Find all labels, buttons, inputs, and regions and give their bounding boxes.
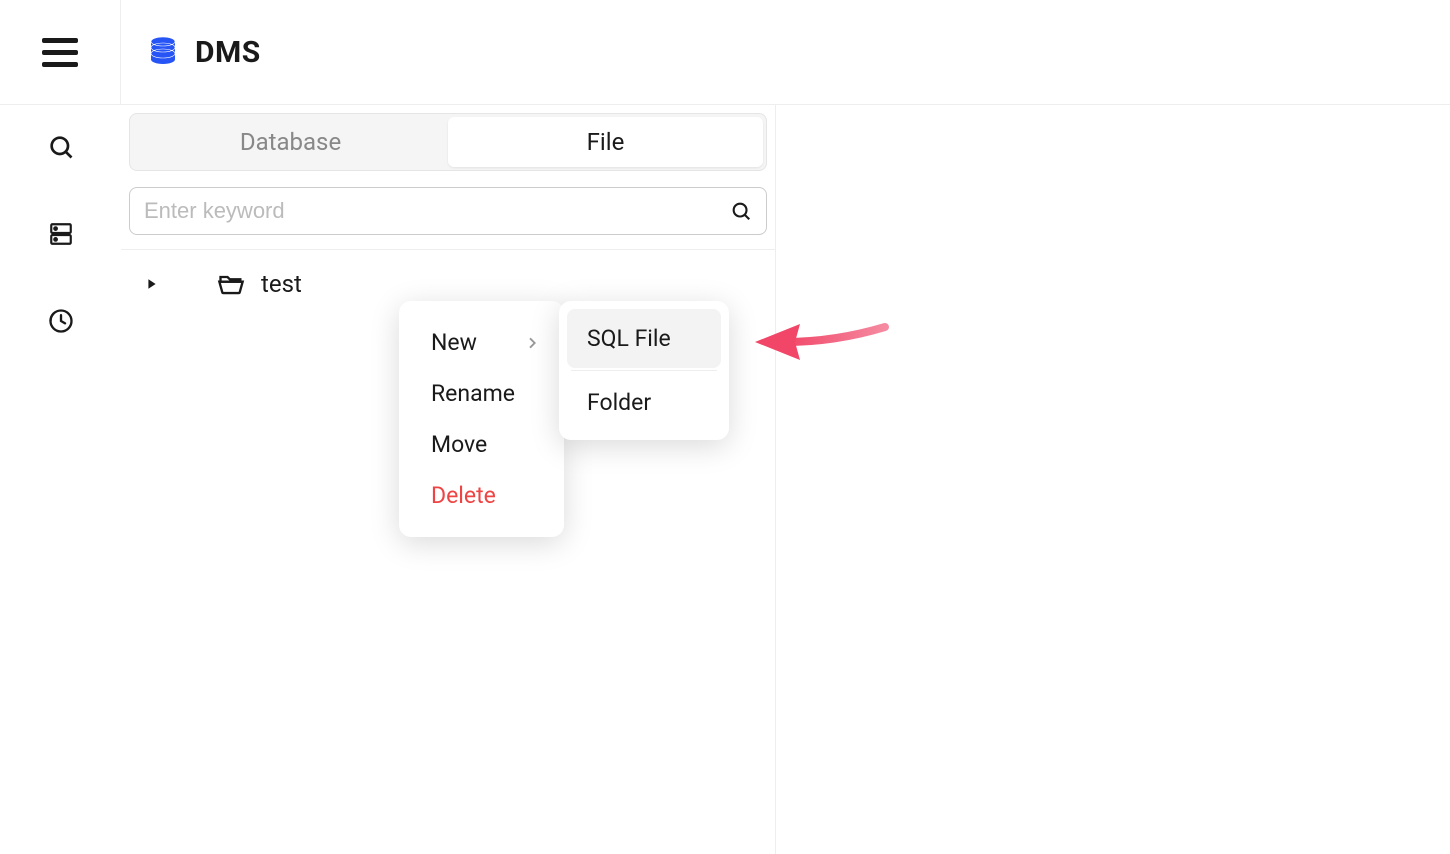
tree-folder-row[interactable]: test [121, 264, 775, 304]
context-menu-move[interactable]: Move [399, 419, 564, 470]
app-title: DMS [195, 35, 261, 70]
database-stack-icon [145, 34, 181, 70]
menu-item-label: Folder [587, 389, 651, 416]
history-nav-button[interactable] [47, 307, 75, 339]
menu-item-label: SQL File [587, 325, 671, 352]
brand: DMS [121, 34, 261, 70]
menu-item-label: New [431, 329, 477, 356]
tab-file[interactable]: File [448, 117, 763, 167]
folder-open-icon [217, 272, 245, 296]
history-icon [47, 307, 75, 335]
hamburger-area [0, 0, 121, 104]
caret-right-icon[interactable] [145, 278, 159, 290]
menu-hamburger-button[interactable] [42, 38, 78, 67]
server-nav-button[interactable] [48, 221, 74, 251]
submenu-folder[interactable]: Folder [567, 373, 721, 432]
context-menu-new[interactable]: New [399, 317, 564, 368]
menu-item-label: Delete [431, 482, 496, 509]
search-input[interactable] [144, 198, 730, 224]
main-canvas [776, 105, 1450, 854]
menu-divider [571, 370, 717, 371]
context-submenu-new: SQL File Folder [559, 301, 729, 440]
panel-search[interactable] [129, 187, 767, 235]
file-tree: test [121, 249, 775, 304]
search-nav-button[interactable] [47, 133, 75, 165]
panel-tabs: Database File [129, 113, 767, 171]
context-menu-rename[interactable]: Rename [399, 368, 564, 419]
chevron-right-icon [524, 335, 540, 351]
search-icon[interactable] [730, 200, 752, 222]
server-icon [48, 221, 74, 247]
tab-database[interactable]: Database [133, 117, 448, 167]
side-panel: Database File test [121, 105, 776, 854]
submenu-sql-file[interactable]: SQL File [567, 309, 721, 368]
search-icon [47, 133, 75, 161]
app-header: DMS [0, 0, 1450, 105]
left-rail [0, 105, 121, 854]
menu-item-label: Move [431, 431, 487, 458]
context-menu-delete[interactable]: Delete [399, 470, 564, 521]
menu-item-label: Rename [431, 380, 515, 407]
tree-item-label: test [261, 270, 302, 298]
context-menu: New Rename Move Delete [399, 301, 564, 537]
main-layout: Database File test [0, 105, 1450, 854]
